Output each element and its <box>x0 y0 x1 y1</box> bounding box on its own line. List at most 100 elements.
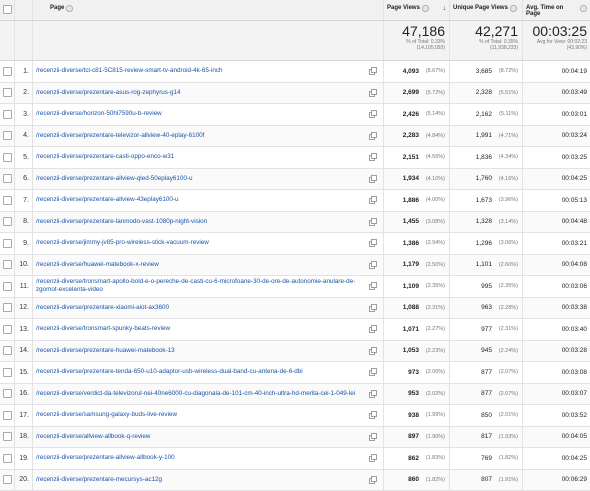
page-link[interactable]: /recenzii-diverse/horizon-50hl7590u-b-re… <box>36 110 178 118</box>
page-link[interactable]: /recenzii-diverse/prezentare-huawei-mate… <box>36 347 191 355</box>
sort-descending-icon[interactable]: ↓ <box>443 5 447 12</box>
page-views-percent: (4.84%) <box>419 133 445 139</box>
page-views-column-header[interactable]: Page Views? ↓ <box>384 0 450 20</box>
page-link[interactable]: /recenzii-diverse/jimmy-jv85-pro-wireles… <box>36 239 225 247</box>
row-checkbox[interactable] <box>3 475 12 484</box>
row-select-cell <box>0 147 15 168</box>
page-link[interactable]: /recenzii-diverse/prezentare-allview-all… <box>36 454 191 462</box>
help-icon[interactable]: ? <box>66 5 73 12</box>
row-checkbox[interactable] <box>3 131 12 140</box>
open-page-icon[interactable] <box>369 454 377 462</box>
open-page-icon[interactable] <box>369 304 377 312</box>
page-views-percent: (4.10%) <box>419 176 445 182</box>
row-checkbox[interactable] <box>3 303 12 312</box>
avg-time-column-header[interactable]: Avg. Time on Page? <box>523 0 590 20</box>
open-page-icon[interactable] <box>369 476 377 484</box>
unique-page-views-value: 807 <box>481 476 492 483</box>
open-page-icon[interactable] <box>369 132 377 140</box>
table-row: 1. /recenzii-diverse/tcl-c81-5C815-revie… <box>0 61 590 83</box>
page-link[interactable]: /recenzii-diverse/samsung-galaxy-buds-li… <box>36 411 193 419</box>
page-views-value: 2,283 <box>403 132 419 139</box>
row-checkbox[interactable] <box>3 368 12 377</box>
open-page-icon[interactable] <box>369 67 377 75</box>
row-select-cell <box>0 298 15 319</box>
page-views-percent: (2.31%) <box>419 305 445 311</box>
page-cell: /recenzii-diverse/prezentare-tenda-650-u… <box>33 362 384 383</box>
row-checkbox[interactable] <box>3 411 12 420</box>
row-select-cell <box>0 470 15 491</box>
open-page-icon[interactable] <box>369 153 377 161</box>
help-icon[interactable]: ? <box>580 5 587 12</box>
page-link[interactable]: /recenzii-diverse/prezentare-xiaomi-aiot… <box>36 304 185 312</box>
table-row: 16. /recenzii-diverse/verdict-da-televiz… <box>0 384 590 406</box>
avg-time-cell: 00:03:38 <box>523 298 590 319</box>
help-icon[interactable]: ? <box>510 5 517 12</box>
open-page-icon[interactable] <box>369 347 377 355</box>
unique-page-views-column-header[interactable]: Unique Page Views? <box>450 0 523 20</box>
avg-time-cell: 00:04:25 <box>523 448 590 469</box>
avg-time-value: 00:03:21 <box>562 240 587 247</box>
open-page-icon[interactable] <box>369 175 377 183</box>
page-link[interactable]: /recenzii-diverse/huawei-matebook-x-revi… <box>36 261 175 269</box>
unique-page-views-percent: (8.72%) <box>492 68 518 74</box>
open-page-icon[interactable] <box>369 110 377 118</box>
page-link[interactable]: /recenzii-diverse/prezentare-allview-43e… <box>36 196 194 204</box>
row-checkbox[interactable] <box>3 153 12 162</box>
avg-time-cell: 00:03:01 <box>523 104 590 125</box>
page-column-header[interactable]: Page? <box>33 0 384 20</box>
page-link[interactable]: /recenzii-diverse/prezentare-lanmodo-vas… <box>36 218 223 226</box>
open-page-icon[interactable] <box>369 239 377 247</box>
row-checkbox[interactable] <box>3 260 12 269</box>
row-checkbox[interactable] <box>3 88 12 97</box>
open-page-icon[interactable] <box>369 411 377 419</box>
row-checkbox[interactable] <box>3 217 12 226</box>
page-views-cell: 1,934 (4.10%) <box>384 169 450 190</box>
page-link[interactable]: /recenzii-diverse/prezentare-mecursys-ac… <box>36 476 178 484</box>
page-views-cell: 1,088 (2.31%) <box>384 298 450 319</box>
page-views-cell: 973 (2.06%) <box>384 362 450 383</box>
table-row: 8. /recenzii-diverse/prezentare-lanmodo-… <box>0 212 590 234</box>
help-icon[interactable]: ? <box>422 5 429 12</box>
page-link[interactable]: /recenzii-diverse/tronsmart-apollo-bold-… <box>36 278 383 294</box>
avg-time-header-label: Avg. Time on Page <box>526 5 578 17</box>
row-checkbox[interactable] <box>3 346 12 355</box>
unique-page-views-header-label: Unique Page Views <box>453 5 508 11</box>
open-page-icon[interactable] <box>369 368 377 376</box>
page-views-percent: (2.23%) <box>419 348 445 354</box>
avg-time-cell: 00:03:07 <box>523 384 590 405</box>
open-page-icon[interactable] <box>369 89 377 97</box>
open-page-icon[interactable] <box>369 325 377 333</box>
page-cell: /recenzii-diverse/prezentare-asus-rog-ze… <box>33 83 384 104</box>
avg-time-cell: 00:03:28 <box>523 341 590 362</box>
page-link[interactable]: /recenzii-diverse/tcl-c81-5C815-review-s… <box>36 67 239 75</box>
page-link[interactable]: /recenzii-diverse/prezentare-tenda-650-u… <box>36 368 319 376</box>
row-checkbox[interactable] <box>3 325 12 334</box>
row-checkbox[interactable] <box>3 239 12 248</box>
row-checkbox[interactable] <box>3 282 12 291</box>
avg-time-value: 00:05:13 <box>562 197 587 204</box>
page-link[interactable]: /recenzii-diverse/prezentare-asus-rog-ze… <box>36 89 197 97</box>
page-link[interactable]: /recenzii-diverse/tronsmart-spunky-beats… <box>36 325 186 333</box>
select-all-checkbox[interactable] <box>3 5 12 14</box>
unique-page-views-cell: 1,328 (3.14%) <box>450 212 523 233</box>
page-link[interactable]: /recenzii-diverse/prezentare-allview-qle… <box>36 175 208 183</box>
table-row: 4. /recenzii-diverse/prezentare-televizo… <box>0 126 590 148</box>
row-checkbox[interactable] <box>3 174 12 183</box>
open-page-icon[interactable] <box>369 218 377 226</box>
page-link[interactable]: /recenzii-diverse/prezentare-casti-oppo-… <box>36 153 190 161</box>
open-page-icon[interactable] <box>369 261 377 269</box>
open-page-icon[interactable] <box>369 196 377 204</box>
page-views-percent: (2.50%) <box>419 262 445 268</box>
open-page-icon[interactable] <box>369 282 377 290</box>
row-checkbox[interactable] <box>3 67 12 76</box>
unique-page-views-percent: (2.07%) <box>492 369 518 375</box>
page-link[interactable]: /recenzii-diverse/verdict-da-televizorul… <box>36 390 371 398</box>
row-checkbox[interactable] <box>3 454 12 463</box>
page-link[interactable]: /recenzii-diverse/prezentare-televizor-a… <box>36 132 220 140</box>
row-select-cell <box>0 405 15 426</box>
row-checkbox[interactable] <box>3 389 12 398</box>
open-page-icon[interactable] <box>369 390 377 398</box>
unique-page-views-value: 1,760 <box>476 175 492 182</box>
row-checkbox[interactable] <box>3 196 12 205</box>
row-checkbox[interactable] <box>3 110 12 119</box>
